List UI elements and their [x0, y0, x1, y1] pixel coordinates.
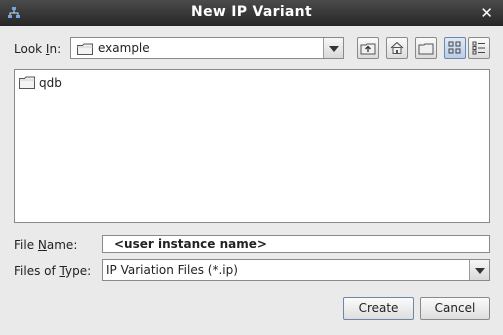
- up-folder-icon: [360, 43, 376, 55]
- close-icon[interactable]: ✕: [480, 4, 493, 22]
- window-title: New IP Variant: [191, 4, 312, 20]
- title-bar[interactable]: New IP Variant ✕: [0, 0, 503, 26]
- file-name-label: File Name:: [14, 238, 78, 252]
- file-type-dropdown-arrow[interactable]: [469, 260, 489, 280]
- look-in-value: example: [98, 41, 150, 55]
- home-icon: [390, 41, 404, 54]
- file-type-label: Files of Type:: [14, 264, 92, 278]
- list-item-label: qdb: [39, 76, 62, 90]
- file-list[interactable]: qdb: [14, 69, 490, 223]
- folder-icon: [77, 43, 93, 55]
- cancel-button[interactable]: Cancel: [420, 297, 490, 320]
- new-folder-icon: [418, 43, 434, 55]
- file-name-value: <user instance name>: [114, 237, 267, 251]
- create-button[interactable]: Create: [343, 297, 414, 320]
- file-name-field[interactable]: <user instance name>: [102, 235, 490, 253]
- details-view-icon: [472, 41, 485, 55]
- up-folder-button[interactable]: [357, 37, 379, 59]
- list-view-button[interactable]: [444, 37, 466, 59]
- details-view-button[interactable]: [468, 37, 490, 59]
- new-folder-button[interactable]: [415, 37, 437, 59]
- home-button[interactable]: [386, 37, 408, 59]
- file-type-combo[interactable]: IP Variation Files (*.ip): [102, 259, 490, 281]
- file-type-value: IP Variation Files (*.ip): [106, 263, 238, 277]
- folder-icon: [19, 76, 35, 89]
- look-in-dropdown-arrow[interactable]: [323, 38, 343, 58]
- list-view-icon: [448, 41, 461, 54]
- look-in-label: Look In:: [14, 42, 62, 56]
- look-in-combo[interactable]: example: [70, 37, 344, 59]
